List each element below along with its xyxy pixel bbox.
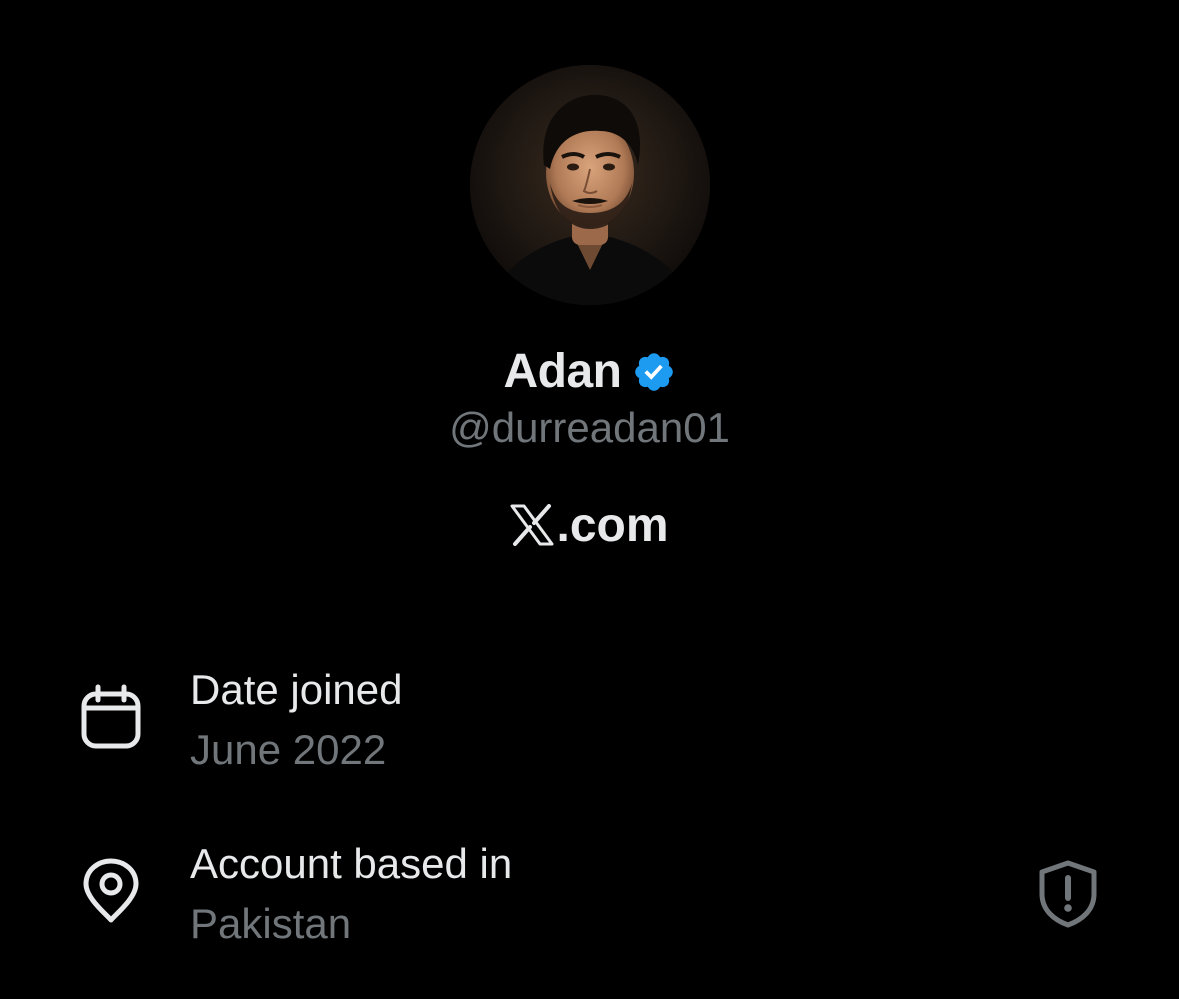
location-pin-icon bbox=[78, 858, 144, 924]
account-location-label: Account based in bbox=[190, 840, 513, 887]
user-handle[interactable]: @durreadan01 bbox=[0, 404, 1179, 452]
connected-via: .com bbox=[0, 494, 1179, 556]
date-joined-value: June 2022 bbox=[190, 726, 387, 773]
account-location-row: Account based in Pakistan bbox=[0, 834, 1179, 964]
x-logo-icon bbox=[510, 504, 554, 546]
account-about-panel: Adan @durreadan01 .com Date joined June … bbox=[0, 0, 1179, 999]
account-location-value: Pakistan bbox=[190, 900, 352, 947]
date-joined-label: Date joined bbox=[190, 666, 403, 713]
shield-alert-icon[interactable] bbox=[1034, 860, 1102, 928]
name-row: Adan bbox=[0, 340, 1179, 402]
display-name: Adan bbox=[503, 344, 623, 398]
calendar-icon bbox=[78, 684, 144, 750]
source-domain: .com bbox=[556, 498, 669, 552]
date-joined-row: Date joined June 2022 bbox=[0, 660, 1179, 790]
verified-badge-icon[interactable] bbox=[632, 350, 676, 394]
profile-photo bbox=[470, 65, 710, 305]
avatar[interactable] bbox=[470, 65, 710, 305]
